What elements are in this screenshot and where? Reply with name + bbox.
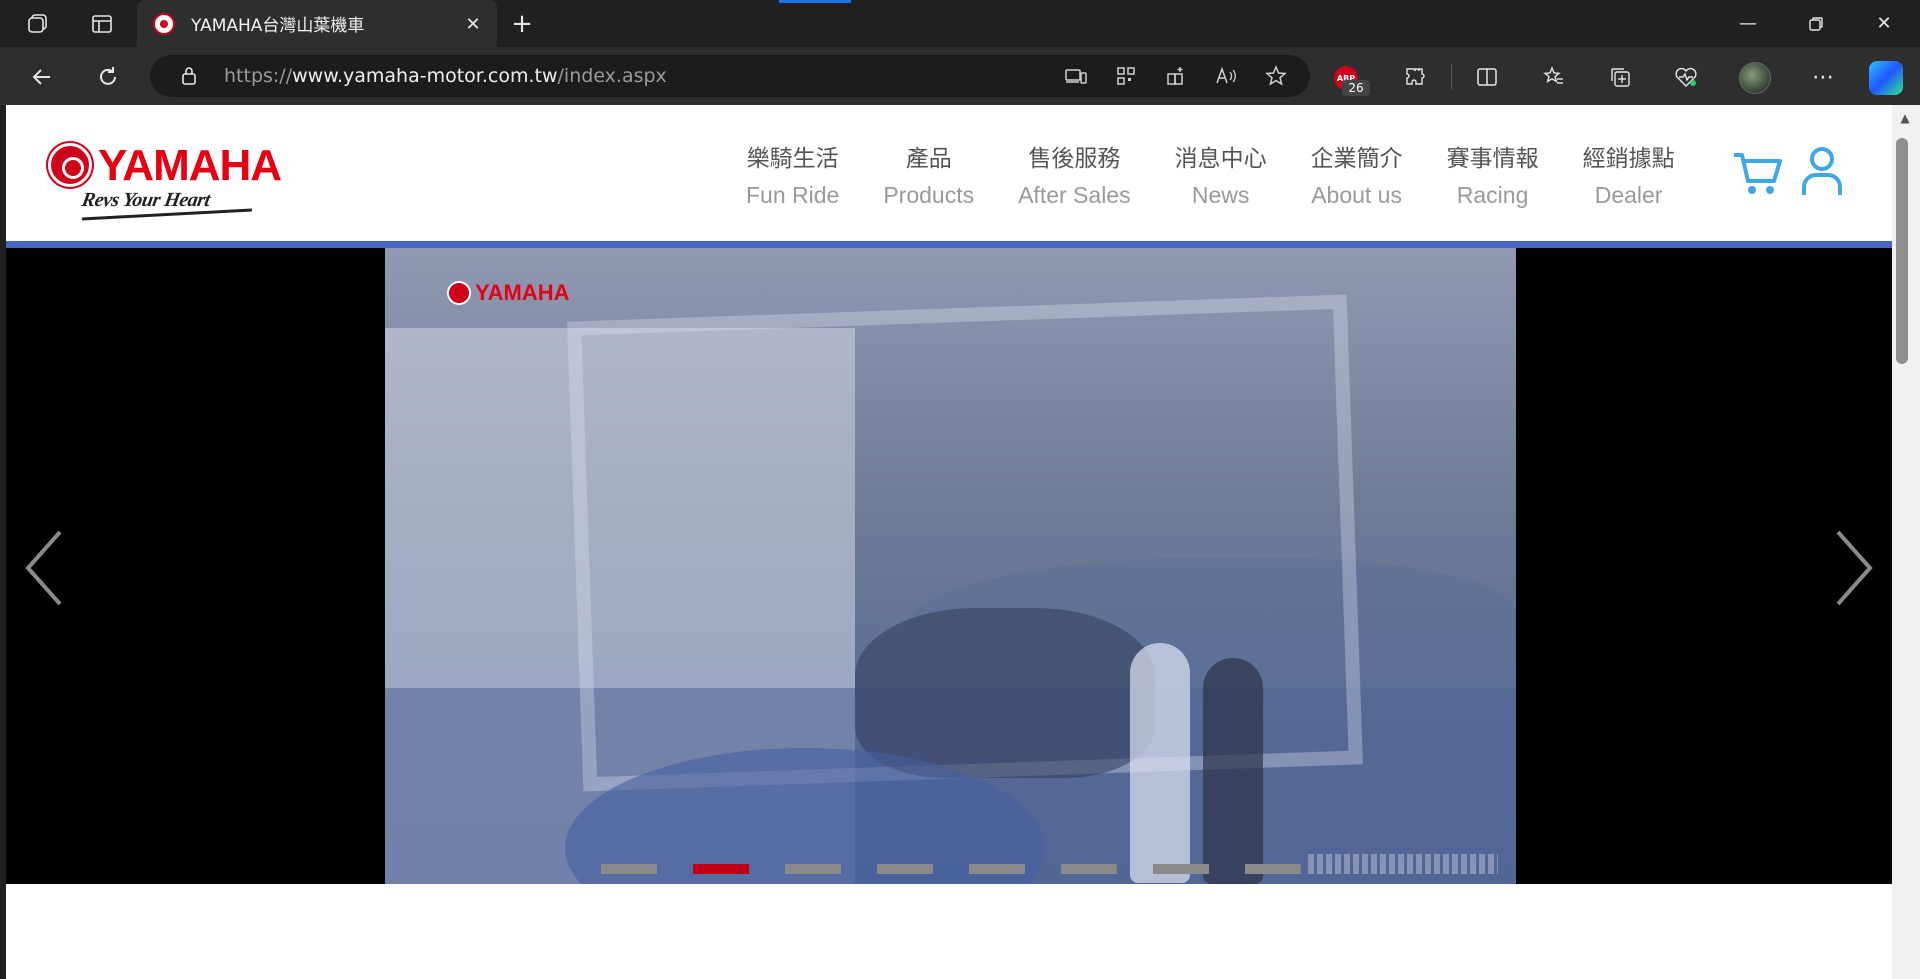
menu-item-after-sales[interactable]: 售後服務 After Sales (996, 141, 1153, 213)
menu-label-zh: 售後服務 (1028, 146, 1121, 172)
menu-label-en: Racing (1456, 182, 1529, 208)
workspaces-icon[interactable] (22, 8, 54, 40)
member-user-icon[interactable] (1800, 145, 1844, 197)
slide-fine-print (1308, 854, 1498, 874)
slide-watermark: YAMAHA (447, 280, 570, 306)
browser-title-bar: YAMAHA台灣山葉機車 ✕ + — ✕ (0, 0, 1920, 47)
slide-watermark-text: YAMAHA (475, 280, 570, 305)
carousel-dot-2[interactable] (693, 864, 749, 874)
carousel-pagination (601, 864, 1301, 874)
person-silhouette (1203, 658, 1263, 884)
menu-label-en: News (1191, 182, 1250, 208)
browser-toolbar: https://www.yamaha-motor.com.tw/index.as… (0, 47, 1920, 105)
menu-item-news[interactable]: 消息中心 News (1153, 141, 1289, 213)
carousel-dot-3[interactable] (785, 864, 841, 874)
back-icon[interactable] (24, 59, 60, 95)
menu-label-en: After Sales (1018, 182, 1131, 208)
tuning-fork-emblem-icon (48, 143, 92, 187)
profile-avatar[interactable] (1739, 62, 1771, 94)
menu-label-en: Products (883, 182, 975, 208)
adblock-count-badge: 26 (1342, 80, 1370, 96)
menu-label-zh: 企業簡介 (1310, 146, 1403, 172)
tab-actions-icon[interactable] (86, 8, 118, 40)
browser-essentials-icon[interactable] (1668, 59, 1704, 95)
main-menu: 樂騎生活 Fun Ride 產品 Products 售後服務 After Sal… (724, 141, 1697, 213)
tab-title: YAMAHA台灣山葉機車 (191, 16, 365, 36)
carousel-next-arrow-icon[interactable] (1828, 528, 1878, 608)
carousel-dot-1[interactable] (601, 864, 657, 874)
extensions-icon[interactable] (1397, 59, 1433, 95)
motorcycle-silhouette (855, 608, 1155, 778)
qr-code-icon[interactable] (1108, 61, 1144, 91)
tab-close-icon[interactable]: ✕ (461, 12, 485, 36)
logo-tagline: Revs Your Heart (80, 189, 212, 211)
carousel-slide-image[interactable]: YAMAHA (385, 248, 1516, 884)
new-tab-icon[interactable]: + (506, 8, 538, 40)
menu-label-zh: 產品 (905, 146, 952, 172)
carousel-dot-8[interactable] (1245, 864, 1301, 874)
site-header: YAMAHA Revs Your Heart 樂騎生活 Fun Ride 產品 … (6, 105, 1892, 241)
yamaha-favicon-icon (153, 12, 175, 35)
carousel-dot-6[interactable] (1061, 864, 1117, 874)
person-silhouette (1130, 643, 1190, 883)
menu-label-zh: 賽事情報 (1446, 146, 1539, 172)
tab-strip-accent (779, 0, 851, 3)
restore-icon[interactable] (1782, 0, 1850, 47)
carousel-dot-5[interactable] (969, 864, 1025, 874)
active-tab[interactable]: YAMAHA台灣山葉機車 ✕ (137, 0, 497, 47)
settings-more-icon[interactable]: ⋯ (1805, 59, 1841, 95)
yamaha-emblem-icon (447, 281, 471, 305)
minimize-icon[interactable]: — (1714, 0, 1782, 47)
menu-label-zh: 消息中心 (1174, 146, 1267, 172)
menu-item-racing[interactable]: 賽事情報 Racing (1425, 141, 1561, 213)
menu-item-fun-ride[interactable]: 樂騎生活 Fun Ride (724, 141, 861, 213)
split-screen-icon[interactable] (1469, 59, 1505, 95)
scroll-up-arrow-icon[interactable]: ▲ (1898, 112, 1912, 124)
close-window-icon[interactable]: ✕ (1850, 0, 1918, 47)
hero-carousel: YAMAHA (6, 248, 1892, 884)
copilot-icon[interactable] (1869, 61, 1903, 95)
menu-item-about-us[interactable]: 企業簡介 About us (1289, 141, 1425, 213)
menu-label-zh: 樂騎生活 (746, 146, 839, 172)
carousel-prev-arrow-icon[interactable] (20, 528, 70, 608)
header-rule (6, 241, 1892, 248)
carousel-dot-7[interactable] (1153, 864, 1209, 874)
yamaha-logo[interactable]: YAMAHA Revs Your Heart (48, 141, 282, 221)
menu-item-dealer[interactable]: 經銷據點 Dealer (1561, 141, 1697, 213)
page-viewport: YAMAHA Revs Your Heart 樂騎生活 Fun Ride 產品 … (6, 105, 1892, 979)
collections-icon[interactable] (1602, 59, 1638, 95)
carousel-dot-4[interactable] (877, 864, 933, 874)
shopping-cart-icon[interactable] (1732, 149, 1784, 197)
menu-item-products[interactable]: 產品 Products (861, 141, 996, 213)
logo-brand-text: YAMAHA (98, 141, 282, 190)
read-aloud-icon[interactable] (1208, 61, 1244, 91)
lock-icon[interactable] (168, 66, 210, 86)
menu-label-zh: 經銷據點 (1582, 146, 1675, 172)
favorite-star-icon[interactable] (1258, 61, 1294, 91)
address-bar[interactable]: https://www.yamaha-motor.com.tw/index.as… (150, 55, 1310, 97)
app-available-icon[interactable] (1158, 61, 1194, 91)
scrollbar-thumb[interactable] (1896, 138, 1908, 364)
menu-label-en: About us (1311, 182, 1402, 208)
menu-label-en: Dealer (1594, 182, 1663, 208)
refresh-icon[interactable] (90, 59, 126, 95)
device-icon[interactable] (1058, 61, 1094, 91)
favorites-icon[interactable] (1536, 59, 1572, 95)
url-text[interactable]: https://www.yamaha-motor.com.tw/index.as… (224, 65, 667, 87)
toolbar-divider (1451, 64, 1452, 90)
menu-label-en: Fun Ride (746, 182, 840, 208)
